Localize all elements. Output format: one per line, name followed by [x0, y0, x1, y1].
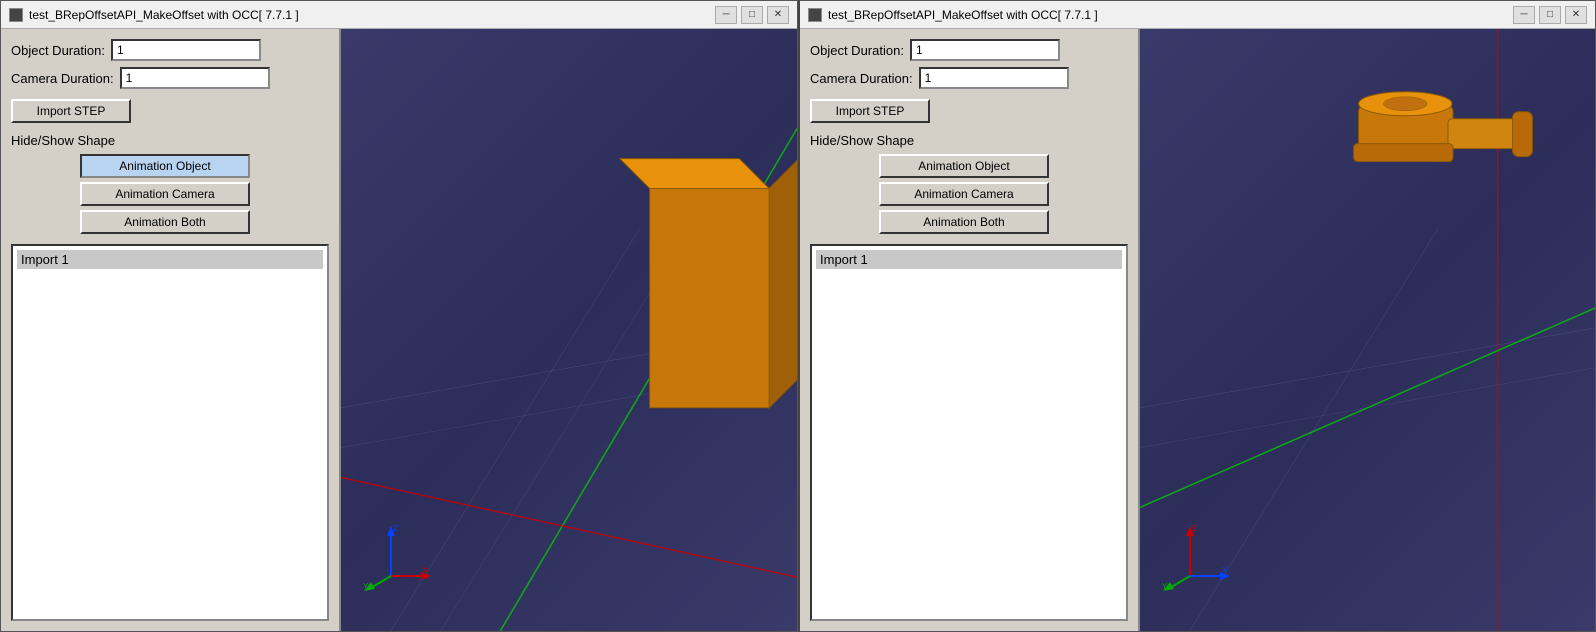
svg-text:Z: Z — [1192, 524, 1197, 533]
import-step-button-left[interactable]: Import STEP — [11, 99, 131, 123]
minimize-button-right[interactable]: ─ — [1513, 6, 1535, 24]
window-title-left: test_BRepOffsetAPI_MakeOffset with OCC[ … — [29, 8, 299, 22]
maximize-button-right[interactable]: □ — [1539, 6, 1561, 24]
viewport-left[interactable]: Z X Y — [341, 29, 797, 631]
window-left: test_BRepOffsetAPI_MakeOffset with OCC[ … — [0, 0, 798, 632]
svg-text:X: X — [1222, 566, 1228, 575]
camera-duration-row-right: Camera Duration: — [810, 67, 1128, 89]
import-list-right: Import 1 — [810, 244, 1128, 621]
window-content-right: Object Duration: Camera Duration: Import… — [800, 29, 1595, 631]
animation-both-button-left[interactable]: Animation Both — [80, 210, 250, 234]
object-duration-input-left[interactable] — [111, 39, 261, 61]
viewport-right[interactable]: Z X Y — [1140, 29, 1595, 631]
main-container: test_BRepOffsetAPI_MakeOffset with OCC[ … — [0, 0, 1596, 632]
object-duration-label-left: Object Duration: — [11, 43, 105, 58]
animation-camera-button-right[interactable]: Animation Camera — [879, 182, 1049, 206]
animation-section-left: Animation Object Animation Camera Animat… — [11, 154, 329, 234]
animation-camera-button-left[interactable]: Animation Camera — [80, 182, 250, 206]
object-duration-row-left: Object Duration: — [11, 39, 329, 61]
axis-indicator-right: Z X Y — [1160, 521, 1230, 591]
animation-object-button-right[interactable]: Animation Object — [879, 154, 1049, 178]
camera-duration-row-left: Camera Duration: — [11, 67, 329, 89]
window-controls-right: ─ □ ✕ — [1513, 6, 1587, 24]
import-list-header-left: Import 1 — [17, 250, 323, 269]
camera-duration-input-right[interactable] — [919, 67, 1069, 89]
maximize-button-left[interactable]: □ — [741, 6, 763, 24]
object-duration-input-right[interactable] — [910, 39, 1060, 61]
camera-duration-label-left: Camera Duration: — [11, 71, 114, 86]
svg-text:Y: Y — [363, 582, 369, 591]
hide-show-label-right: Hide/Show Shape — [810, 133, 914, 148]
animation-object-button-left[interactable]: Animation Object — [80, 154, 250, 178]
window-content-left: Object Duration: Camera Duration: Import… — [1, 29, 797, 631]
svg-text:X: X — [423, 566, 429, 575]
object-duration-label-right: Object Duration: — [810, 43, 904, 58]
axis-indicator-left: Z X Y — [361, 521, 431, 591]
window-right: test_BRepOffsetAPI_MakeOffset with OCC[ … — [798, 0, 1596, 632]
close-button-left[interactable]: ✕ — [767, 6, 789, 24]
control-panel-right: Object Duration: Camera Duration: Import… — [800, 29, 1140, 631]
window-controls-left: ─ □ ✕ — [715, 6, 789, 24]
import-step-button-right[interactable]: Import STEP — [810, 99, 930, 123]
hide-show-label-left: Hide/Show Shape — [11, 133, 115, 148]
animation-section-right: Animation Object Animation Camera Animat… — [810, 154, 1128, 234]
svg-text:Z: Z — [393, 524, 398, 533]
object-duration-row-right: Object Duration: — [810, 39, 1128, 61]
camera-duration-label-right: Camera Duration: — [810, 71, 913, 86]
title-bar-right: test_BRepOffsetAPI_MakeOffset with OCC[ … — [800, 1, 1595, 29]
control-panel-left: Object Duration: Camera Duration: Import… — [1, 29, 341, 631]
minimize-button-left[interactable]: ─ — [715, 6, 737, 24]
camera-duration-input-left[interactable] — [120, 67, 270, 89]
app-icon-right — [808, 8, 822, 22]
close-button-right[interactable]: ✕ — [1565, 6, 1587, 24]
app-icon-left — [9, 8, 23, 22]
import-list-header-right: Import 1 — [816, 250, 1122, 269]
animation-both-button-right[interactable]: Animation Both — [879, 210, 1049, 234]
svg-text:Y: Y — [1162, 582, 1168, 591]
import-list-left: Import 1 — [11, 244, 329, 621]
window-title-right: test_BRepOffsetAPI_MakeOffset with OCC[ … — [828, 8, 1098, 22]
title-bar-left: test_BRepOffsetAPI_MakeOffset with OCC[ … — [1, 1, 797, 29]
